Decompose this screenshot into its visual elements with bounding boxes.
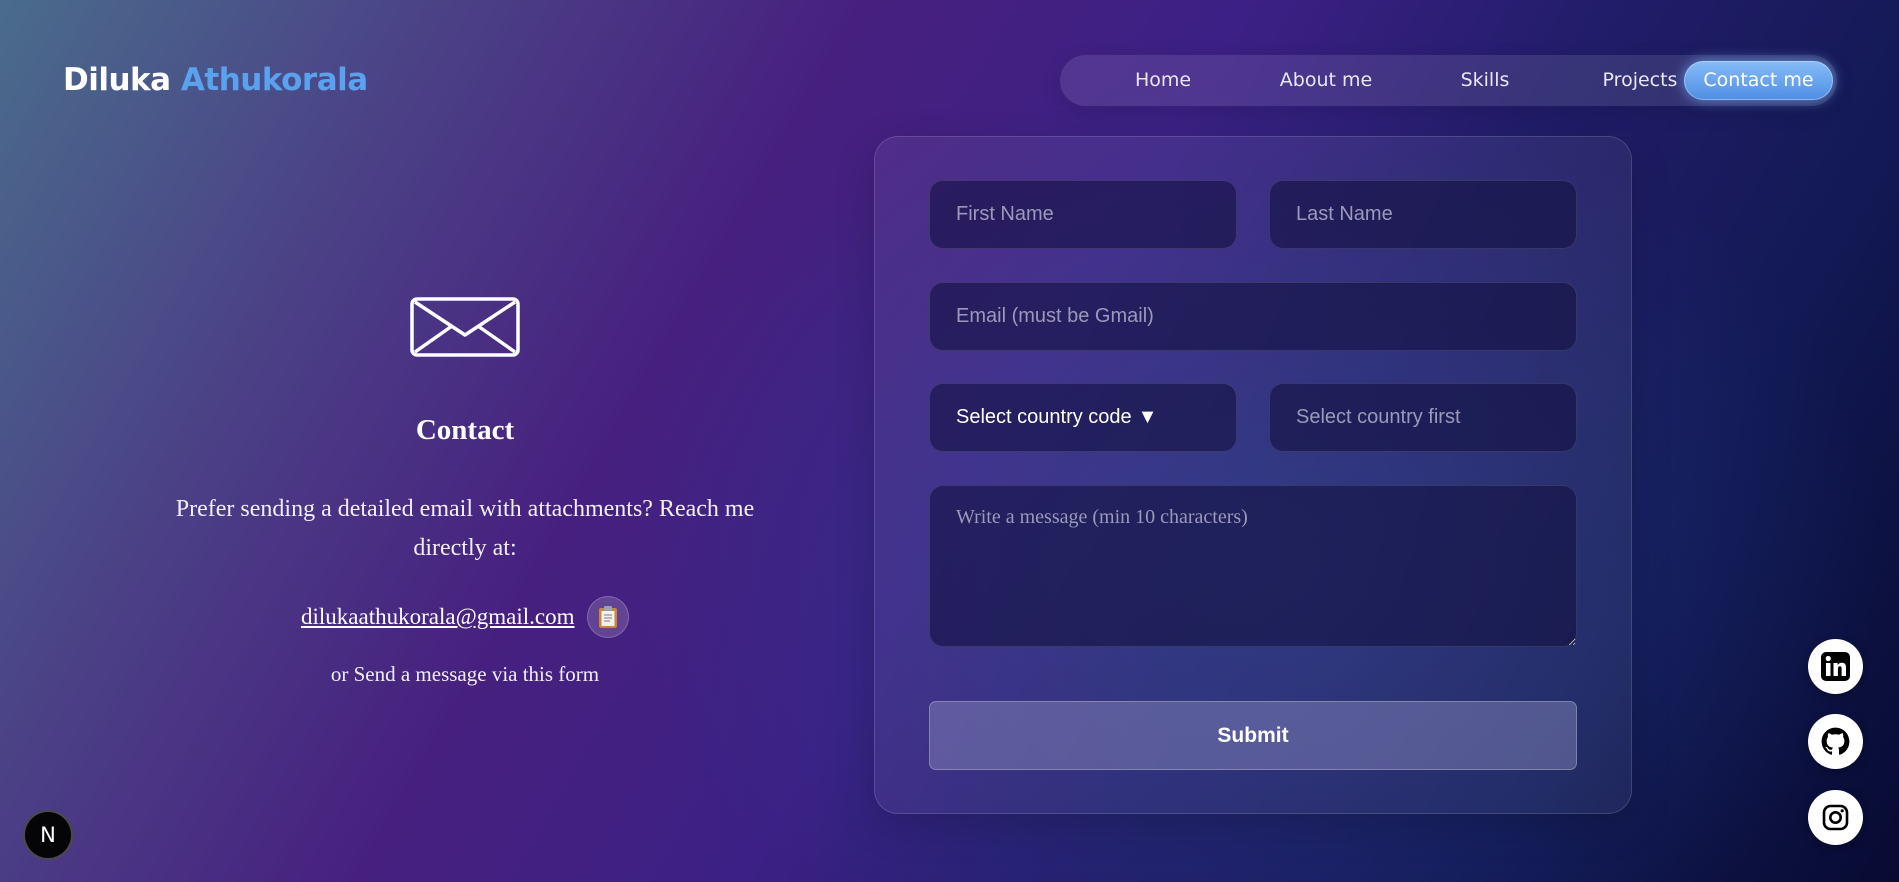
country-code-select[interactable]: Select country code ▼ (929, 383, 1237, 452)
first-name-input[interactable] (929, 180, 1237, 249)
phone-input[interactable] (1269, 383, 1577, 452)
main-nav: Home About me Skills Projects Contact me (1060, 55, 1837, 106)
copy-email-button[interactable] (586, 596, 629, 638)
message-textarea[interactable] (929, 485, 1577, 647)
nav-item-contact[interactable]: Contact me (1684, 61, 1833, 100)
envelope-icon (410, 297, 520, 357)
nextjs-badge[interactable]: N (23, 810, 73, 860)
linkedin-icon (1821, 652, 1850, 681)
linkedin-button[interactable] (1808, 639, 1863, 694)
contact-description: Prefer sending a detailed email with att… (175, 496, 755, 561)
submit-button[interactable]: Submit (929, 701, 1577, 770)
country-code-label: Select country code (956, 406, 1132, 428)
email-input[interactable] (929, 282, 1577, 351)
clipboard-icon (598, 606, 617, 628)
instagram-icon (1822, 804, 1849, 831)
last-name-input[interactable] (1269, 180, 1577, 249)
instagram-button[interactable] (1808, 790, 1863, 845)
nav-item-skills[interactable]: Skills (1420, 61, 1550, 100)
github-button[interactable] (1808, 714, 1863, 769)
nav-item-about[interactable]: About me (1240, 61, 1412, 100)
email-row: dilukaathukorala@gmail.com (200, 596, 730, 638)
caret-down-icon: ▼ (1137, 406, 1158, 428)
form-note: or Send a message via this form (330, 662, 600, 686)
nav-item-home[interactable]: Home (1108, 61, 1218, 100)
brand-first-name: Diluka (63, 62, 171, 98)
email-link[interactable]: dilukaathukorala@gmail.com (301, 604, 574, 630)
brand-last-name: Athukorala (180, 62, 368, 98)
contact-title: Contact (415, 414, 515, 446)
github-icon (1821, 727, 1850, 755)
contact-form: Select country code▼ Submit (874, 136, 1632, 814)
site-logo[interactable]: Diluka Athukorala (63, 60, 368, 100)
